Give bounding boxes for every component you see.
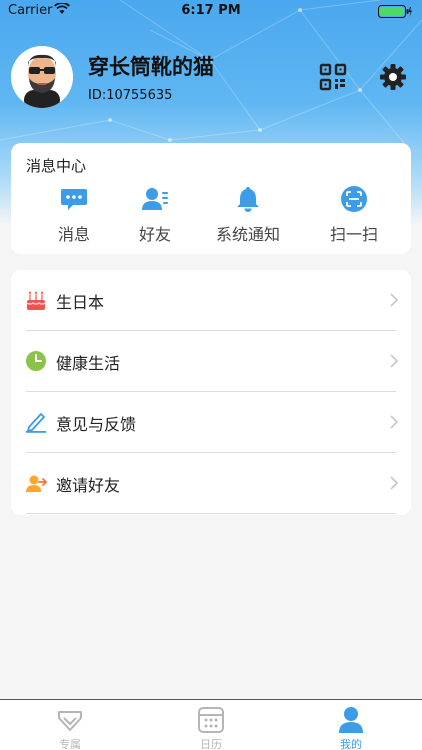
menu-item-label: 生日本 (56, 293, 105, 312)
message-item-label: 系统通知 (215, 225, 280, 244)
status-time: 6:17 PM (181, 3, 241, 18)
status-bar: Carrier 6:17 PM (0, 0, 422, 22)
tab-label: 日历 (200, 738, 222, 750)
diamond-icon (58, 711, 82, 731)
tab-exclusive[interactable]: 专属 (30, 706, 110, 750)
message-item-messages[interactable]: 消息 (29, 185, 119, 245)
birthday-cake-icon (26, 291, 46, 310)
divider (26, 513, 396, 514)
person-icon (339, 707, 363, 733)
menu-item-invite-friend[interactable]: 邀请好友 (11, 453, 411, 514)
chevron-right-icon (390, 476, 399, 490)
menu-item-label: 健康生活 (56, 354, 121, 373)
menu-item-healthy-life[interactable]: 健康生活 (11, 331, 411, 392)
menu-item-label: 意见与反馈 (56, 415, 137, 434)
qr-code-button[interactable] (319, 63, 347, 91)
message-item-label: 消息 (57, 225, 90, 244)
message-item-label: 好友 (138, 225, 171, 244)
message-center-title: 消息中心 (26, 157, 87, 175)
profile-id: ID:10755635 (88, 88, 173, 103)
message-item-system-notice[interactable]: 系统通知 (203, 185, 293, 245)
pen-icon (26, 413, 46, 433)
gear-icon (380, 64, 406, 90)
chevron-right-icon (390, 293, 399, 307)
settings-button[interactable] (379, 63, 407, 91)
clock-icon (26, 351, 46, 371)
message-center-card: 消息中心 消息 好友 系统通知 扫一扫 (11, 143, 411, 254)
battery-icon (378, 5, 412, 18)
invite-friend-icon (26, 475, 47, 492)
message-item-friends[interactable]: 好友 (110, 185, 200, 245)
message-item-label: 扫一扫 (329, 225, 378, 244)
message-item-scan[interactable]: 扫一扫 (309, 185, 399, 245)
tab-label: 我的 (340, 738, 362, 750)
chat-bubble-icon (61, 189, 87, 210)
scan-icon (341, 186, 367, 212)
menu-item-birthday[interactable]: 生日本 (11, 270, 411, 331)
tab-calendar[interactable]: 日历 (171, 706, 251, 750)
calendar-icon (198, 707, 224, 733)
menu-item-label: 邀请好友 (56, 476, 121, 495)
friends-icon (142, 188, 168, 210)
bell-icon (237, 187, 259, 212)
menu-card: 生日本 健康生活 意见与反馈 邀请好友 (11, 270, 411, 515)
qr-code-icon (319, 63, 347, 91)
chevron-right-icon (390, 354, 399, 368)
menu-item-feedback[interactable]: 意见与反馈 (11, 392, 411, 453)
tab-mine[interactable]: 我的 (311, 706, 391, 750)
profile-name: 穿长筒靴的猫 (88, 55, 214, 79)
avatar[interactable] (11, 46, 73, 108)
tab-label: 专属 (59, 738, 81, 750)
chevron-right-icon (390, 415, 399, 429)
tab-bar: 专属 日历 我的 (0, 699, 422, 750)
